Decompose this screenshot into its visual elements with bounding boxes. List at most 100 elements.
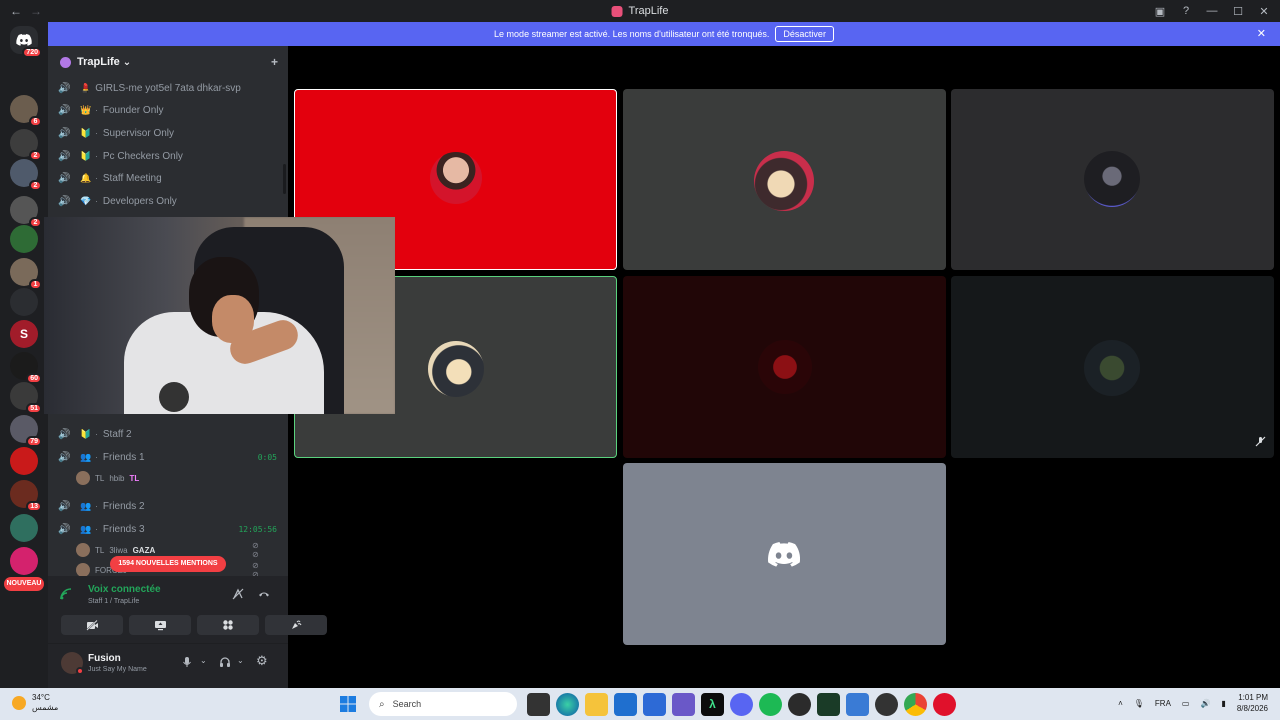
inbox-icon[interactable]: ▣ bbox=[1154, 5, 1166, 18]
camera-off-button[interactable] bbox=[61, 615, 123, 635]
tray-overflow-icon[interactable]: ˄ bbox=[1118, 699, 1123, 708]
mic-options-chevron-icon[interactable]: ⌄ bbox=[200, 656, 207, 665]
video-tile[interactable] bbox=[623, 276, 946, 458]
voice-connection-panel: Voix connectée Staff 1 / TrapLife bbox=[48, 576, 327, 644]
network-icon[interactable]: ▭ bbox=[1182, 699, 1190, 708]
server-icon[interactable] bbox=[10, 547, 38, 575]
voice-channel[interactable]: 🔊 🔔 · Staff Meeting bbox=[58, 168, 283, 188]
back-arrow-icon[interactable]: ← bbox=[10, 4, 22, 18]
server-icon[interactable]: 51 bbox=[10, 382, 42, 414]
server-icon[interactable]: 6 bbox=[10, 95, 42, 127]
clock[interactable]: 1:01 PM 8/8/2026 bbox=[1237, 692, 1268, 714]
chrome-icon[interactable] bbox=[904, 692, 927, 716]
discord-icon[interactable] bbox=[730, 692, 753, 716]
camera-off-icon bbox=[85, 619, 98, 631]
gear-icon[interactable]: ⚙ bbox=[256, 653, 268, 669]
custom-status[interactable]: Just Say My Name bbox=[88, 666, 147, 673]
microphone-icon[interactable] bbox=[182, 656, 192, 671]
server-icon[interactable]: S bbox=[10, 320, 38, 348]
speaker-icon: 🔊 bbox=[58, 127, 71, 139]
screen-share-button[interactable] bbox=[129, 615, 191, 635]
home-button[interactable]: 720 bbox=[10, 26, 42, 58]
voice-channel[interactable]: 🔊 💎 · Developers Only bbox=[58, 191, 283, 211]
scrollbar[interactable] bbox=[283, 164, 286, 194]
soundboard-button[interactable] bbox=[265, 615, 327, 635]
voice-channel[interactable]: 🔊 🔰 · Supervisor Only bbox=[58, 123, 283, 143]
language-indicator[interactable]: FRA bbox=[1155, 699, 1171, 708]
windows-start-icon[interactable] bbox=[336, 693, 359, 716]
clock-date: 8/8/2026 bbox=[1236, 704, 1268, 713]
video-tile[interactable] bbox=[623, 463, 946, 645]
title-bar: ← → TrapLife ▣ ? — ☐ ✕ bbox=[0, 0, 1280, 22]
voice-channel[interactable]: 🔊 🔰 · Pc Checkers Only bbox=[58, 146, 283, 166]
close-icon[interactable]: ✕ bbox=[1257, 27, 1266, 40]
task-view-icon[interactable] bbox=[527, 692, 550, 716]
video-tile[interactable] bbox=[623, 89, 946, 270]
invite-people-icon[interactable]: + bbox=[271, 55, 278, 69]
server-icon[interactable] bbox=[10, 288, 38, 316]
username[interactable]: Fusion bbox=[88, 653, 121, 664]
video-tile[interactable] bbox=[951, 89, 1274, 270]
minimize-button[interactable]: — bbox=[1206, 5, 1218, 17]
voice-channel[interactable]: 🔊 👥 · Friends 3 12:05:56 bbox=[58, 519, 283, 539]
new-unreads-pill[interactable]: NOUVEAU bbox=[4, 577, 44, 591]
weather-widget[interactable]: 34°C مشمس bbox=[12, 693, 58, 713]
avatar bbox=[76, 543, 90, 557]
taskbar-search[interactable]: ⌕ Search bbox=[369, 692, 517, 716]
avatar bbox=[76, 563, 90, 577]
user-name: hbib bbox=[109, 473, 125, 483]
calculator-icon[interactable] bbox=[846, 692, 869, 716]
spotify-icon[interactable] bbox=[759, 692, 782, 716]
server-header[interactable]: TrapLife ⌄ + bbox=[48, 46, 288, 78]
server-icon[interactable]: 13 bbox=[10, 480, 42, 512]
server-icon[interactable] bbox=[10, 447, 38, 475]
server-icon[interactable]: 2 bbox=[10, 129, 42, 161]
outlook-icon[interactable] bbox=[614, 692, 637, 716]
forward-arrow-icon[interactable]: → bbox=[30, 4, 42, 18]
avatar[interactable] bbox=[61, 652, 84, 675]
voice-channel[interactable]: 🔊 🔰 · Staff 2 bbox=[58, 424, 283, 444]
store-icon[interactable] bbox=[643, 692, 666, 716]
file-explorer-icon[interactable] bbox=[585, 692, 608, 716]
server-icon[interactable]: 60 bbox=[10, 352, 42, 384]
headphones-icon[interactable] bbox=[219, 656, 231, 671]
maximize-button[interactable]: ☐ bbox=[1232, 5, 1244, 18]
server-icon[interactable] bbox=[10, 514, 38, 542]
teams-icon[interactable] bbox=[672, 692, 695, 716]
close-button[interactable]: ✕ bbox=[1258, 5, 1270, 18]
server-icon[interactable]: 79 bbox=[10, 415, 42, 447]
app-icon[interactable] bbox=[817, 692, 840, 716]
voice-channel-label[interactable]: Staff 1 / TrapLife bbox=[88, 598, 139, 605]
voice-channel[interactable]: 🔊 👥 · Friends 1 0:05 bbox=[58, 447, 283, 467]
voice-user[interactable]: TL hbib TL bbox=[76, 469, 139, 487]
edge-icon[interactable] bbox=[556, 692, 579, 716]
audio-options-chevron-icon[interactable]: ⌄ bbox=[237, 656, 244, 665]
video-tile[interactable] bbox=[951, 276, 1274, 458]
disable-streamer-mode-button[interactable]: Désactiver bbox=[775, 26, 834, 42]
microphone-icon[interactable]: 🎙 bbox=[1134, 699, 1144, 708]
terminal-icon[interactable]: λ bbox=[701, 692, 724, 716]
disconnect-icon[interactable] bbox=[258, 588, 270, 603]
server-icon[interactable]: 1 bbox=[10, 258, 42, 290]
help-icon[interactable]: ? bbox=[1180, 5, 1192, 17]
volume-icon[interactable]: 🔊 bbox=[1200, 699, 1210, 708]
voice-channel[interactable]: 🔊 👑 · Founder Only bbox=[58, 100, 283, 120]
search-placeholder: Search bbox=[392, 699, 422, 709]
channel-emoji-icon: 💄 bbox=[80, 82, 92, 93]
server-icon[interactable]: 2 bbox=[10, 196, 42, 228]
noise-suppression-icon[interactable] bbox=[232, 588, 244, 603]
battery-icon[interactable]: ▮ bbox=[1221, 699, 1225, 708]
voice-status[interactable]: Voix connectée bbox=[88, 584, 161, 595]
server-icon[interactable]: 2 bbox=[10, 159, 42, 191]
voice-channel[interactable]: 🔊 👥 · Friends 2 bbox=[58, 496, 283, 516]
voice-channel[interactable]: 🔊 💄 GIRLS-me yot5el 7ata dhkar-svp bbox=[58, 78, 283, 98]
opera-icon[interactable] bbox=[933, 692, 956, 716]
activities-button[interactable] bbox=[197, 615, 259, 635]
separator-dot: · bbox=[95, 429, 98, 439]
voice-action-buttons bbox=[61, 615, 327, 635]
app-icon[interactable] bbox=[875, 692, 898, 716]
obs-icon[interactable] bbox=[788, 692, 811, 716]
server-icon[interactable] bbox=[10, 225, 38, 253]
new-mentions-pill[interactable]: 1594 NOUVELLES MENTIONS bbox=[110, 556, 226, 572]
signal-icon[interactable] bbox=[60, 588, 72, 603]
